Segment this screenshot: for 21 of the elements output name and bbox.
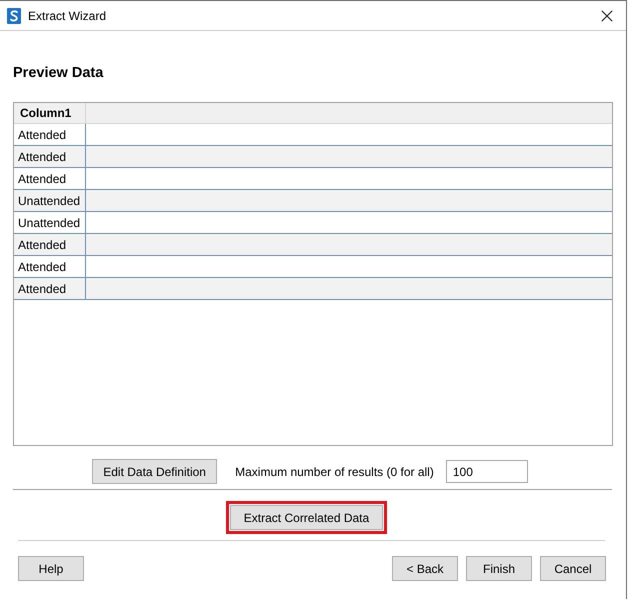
extract-correlated-data-button[interactable]: Extract Correlated Data — [230, 505, 383, 530]
max-results-field[interactable]: 100 — [446, 460, 528, 483]
window-title: Extract Wizard — [28, 8, 108, 22]
max-results-label: Maximum number of results (0 for all) — [235, 464, 434, 478]
table-cell: Attended — [14, 234, 86, 255]
table-cell: Unattended — [14, 212, 86, 233]
table-cell: Attended — [14, 124, 86, 145]
wizard-button[interactable]: < Back — [392, 556, 458, 581]
wizard-button[interactable]: Cancel — [540, 556, 606, 581]
column-header[interactable]: Column1 — [14, 103, 86, 123]
table-cell: Attended — [14, 256, 86, 277]
wizard-button[interactable]: Finish — [466, 556, 532, 581]
table-cell: Attended — [14, 278, 86, 299]
section-heading: Preview Data — [13, 64, 104, 82]
table-cell: Attended — [14, 168, 86, 189]
help-button[interactable]: Help — [18, 556, 84, 581]
edit-data-definition-button[interactable]: Edit Data Definition — [92, 459, 218, 484]
table-cell: Unattended — [14, 190, 86, 211]
close-icon[interactable] — [601, 10, 613, 22]
app-logo-icon — [7, 8, 21, 24]
table-cell: Attended — [14, 146, 86, 167]
